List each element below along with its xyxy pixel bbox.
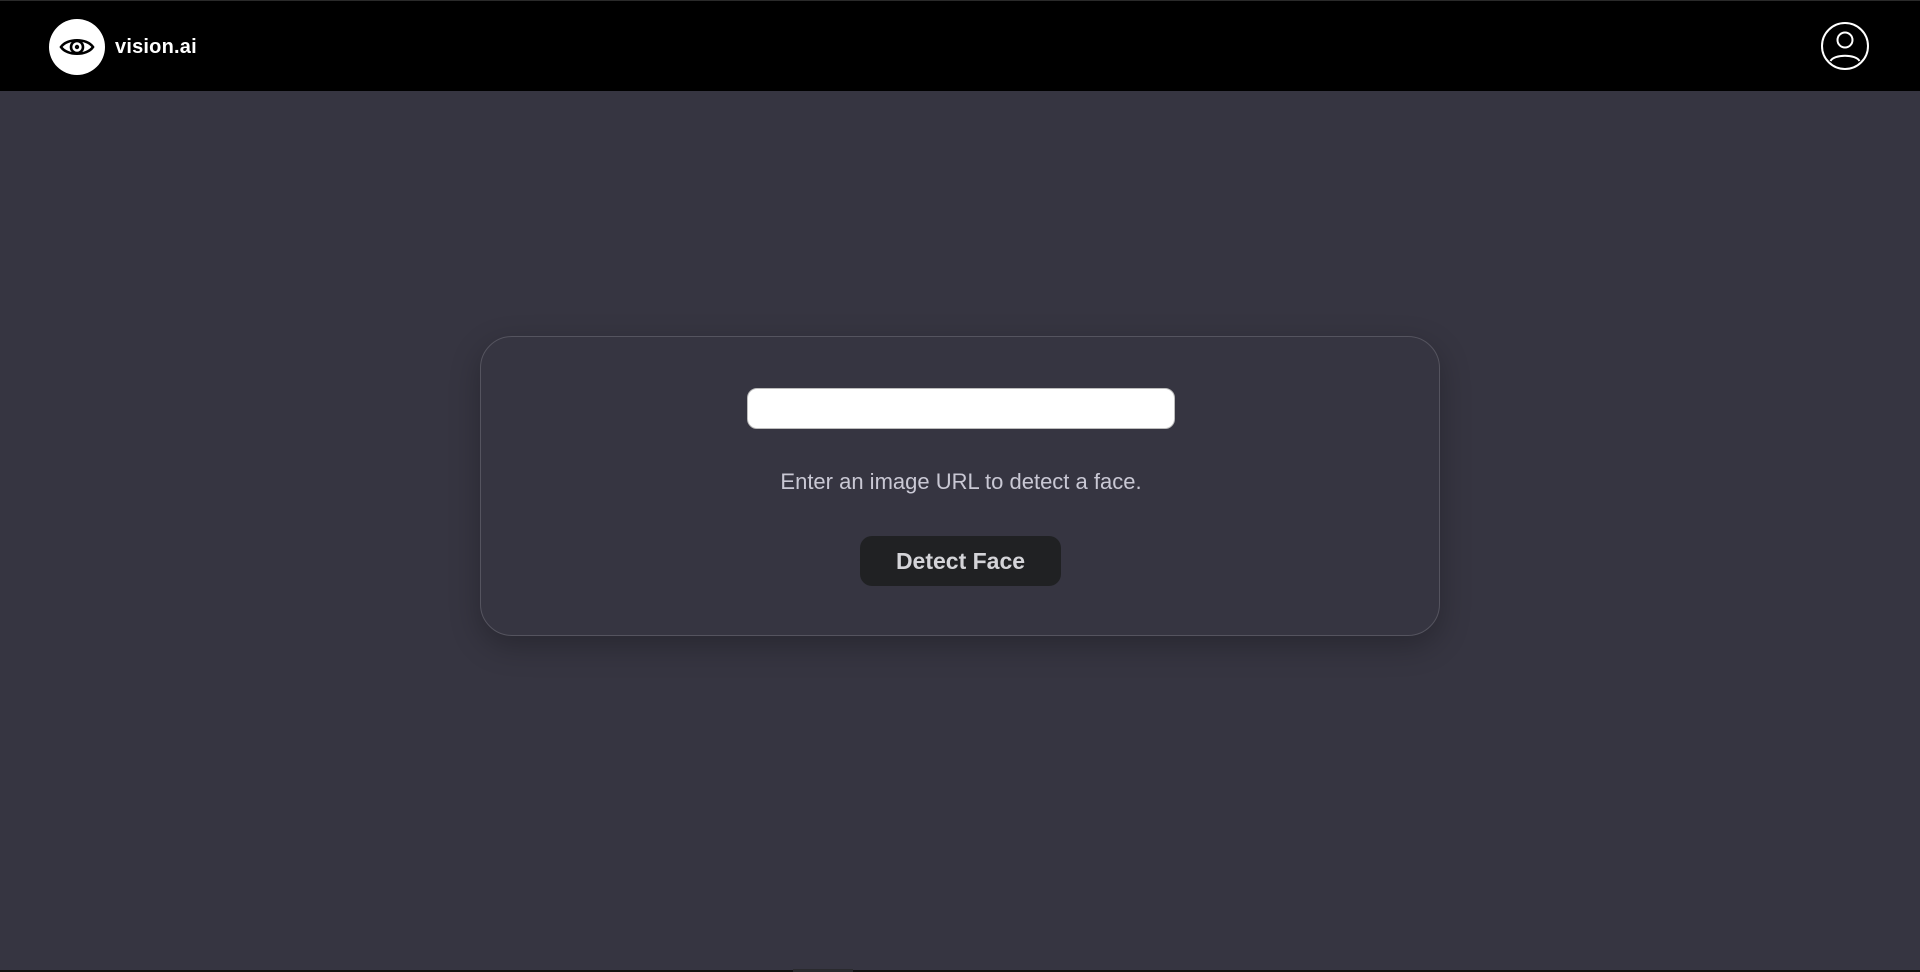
user-profile-button[interactable] <box>1820 21 1870 71</box>
top-navbar: vision.ai <box>0 0 1920 91</box>
user-circle-icon <box>1821 22 1869 70</box>
brand-name: vision.ai <box>115 35 197 58</box>
face-detect-card: Enter an image URL to detect a face. Det… <box>480 336 1440 636</box>
instruction-text: Enter an image URL to detect a face. <box>780 469 1142 494</box>
main-content: Enter an image URL to detect a face. Det… <box>0 91 1920 970</box>
eye-icon <box>49 19 105 75</box>
detect-face-button[interactable]: Detect Face <box>860 536 1061 586</box>
brand-home-link[interactable]: vision.ai <box>49 19 197 75</box>
image-url-input[interactable] <box>747 388 1175 429</box>
